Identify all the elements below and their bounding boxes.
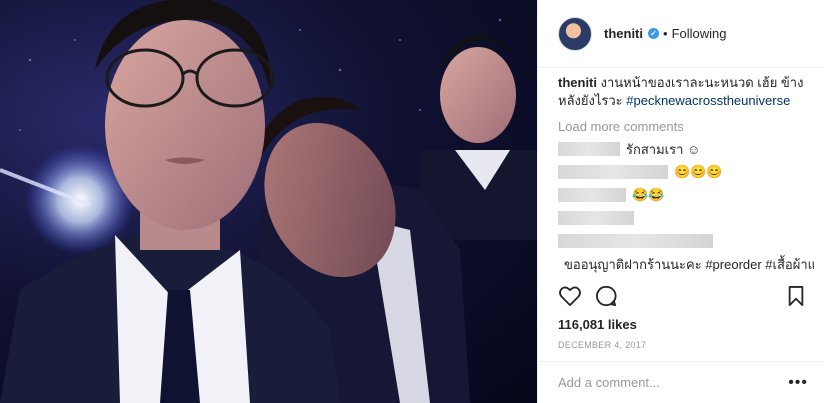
post-photo[interactable] — [0, 0, 537, 403]
redacted-username — [558, 234, 713, 248]
comment-text: 😂😂 — [632, 187, 665, 202]
comment-text: รักสามเรา ☺ — [626, 141, 701, 157]
caption: theniti งานหน้าของเราละนะหนวด เฮ้ย ข้างห… — [558, 74, 814, 110]
post-detail-panel: theniti ✓ • Following theniti งานหน้าของ… — [537, 0, 824, 403]
redacted-username — [558, 142, 620, 156]
redacted-username — [558, 165, 668, 179]
caption-username-link[interactable]: theniti — [558, 75, 597, 90]
following-button[interactable]: Following — [672, 26, 727, 41]
redacted-username — [558, 211, 634, 225]
username-link[interactable]: theniti — [604, 26, 643, 41]
more-options-icon[interactable]: ••• — [788, 374, 808, 392]
bookmark-icon[interactable] — [784, 284, 808, 308]
comments-list: theniti งานหน้าของเราละนะหนวด เฮ้ย ข้างห… — [558, 74, 814, 274]
comment-row: 😊😊😊 — [558, 164, 814, 180]
comment-row — [558, 210, 814, 226]
comment-row: รักสามเรา ☺ — [558, 141, 814, 157]
heart-icon[interactable] — [558, 284, 582, 308]
comment-text: 😊😊😊 — [674, 164, 723, 179]
comment-icon[interactable] — [594, 284, 618, 308]
separator-dot: • — [663, 26, 668, 41]
post-header: theniti ✓ • Following — [538, 0, 824, 68]
verified-badge-icon: ✓ — [648, 28, 659, 39]
redacted-username — [558, 188, 626, 202]
comment-row: 😂😂 — [558, 187, 814, 203]
caption-hashtag-link[interactable]: #pecknewacrosstheuniverse — [626, 93, 790, 108]
likes-count[interactable]: 116,081 likes — [558, 317, 637, 332]
add-comment-bar: ••• — [538, 361, 824, 403]
post-actions — [558, 283, 808, 309]
comment-row — [558, 233, 814, 249]
avatar[interactable] — [558, 16, 592, 51]
add-comment-input[interactable] — [558, 375, 789, 390]
comment-text: ขออนุญาติฝากร้านนะคะ #preorder #เสื้อผ้า… — [564, 256, 814, 272]
comment-row: ขออนุญาติฝากร้านนะคะ #preorder #เสื้อผ้า… — [558, 256, 814, 272]
post-photo-illustration — [0, 0, 537, 403]
load-more-comments-button[interactable]: Load more comments — [558, 119, 814, 134]
post-date[interactable]: DECEMBER 4, 2017 — [558, 340, 646, 350]
